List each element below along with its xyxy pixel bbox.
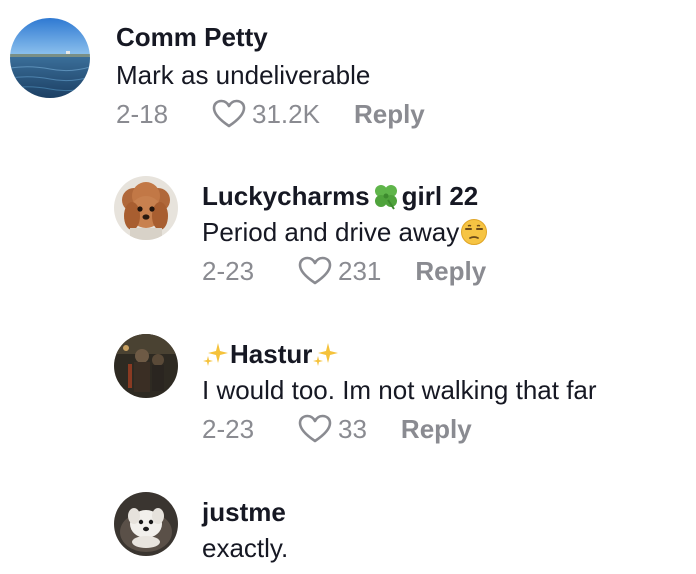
comment-date: 2-23 xyxy=(202,414,255,444)
avatar-sea-image xyxy=(10,18,90,98)
comment-body: justme exactly. xyxy=(202,492,288,566)
like-button[interactable]: 231 xyxy=(298,254,381,288)
comment-meta: 2-23 231 Reply xyxy=(202,254,488,288)
heart-icon xyxy=(298,414,332,443)
avatar[interactable] xyxy=(114,176,178,240)
comment-body: Luckycharms girl 22 Period and drive awa… xyxy=(202,176,488,288)
like-count: 231 xyxy=(338,256,382,286)
comment-date: 2-23 xyxy=(202,256,255,286)
comment-item: Hastur I would too. Im not walking that … xyxy=(114,334,597,446)
like-button[interactable]: 31.2K xyxy=(212,97,320,131)
avatar-puppy-image xyxy=(114,176,178,240)
comment-meta: 2-18 31.2K Reply xyxy=(116,97,425,131)
comment-body: Hastur I would too. Im not walking that … xyxy=(202,334,597,446)
reply-button[interactable]: Reply xyxy=(354,97,425,131)
sparkles-icon xyxy=(203,343,228,366)
comment-text: I would too. Im not walking that far xyxy=(202,375,597,405)
comment-date: 2-18 xyxy=(116,99,169,129)
comment-item: Luckycharms girl 22 Period and drive awa… xyxy=(114,176,488,288)
avatar[interactable] xyxy=(10,18,90,98)
four-leaf-clover-icon xyxy=(374,185,397,210)
comment-username[interactable]: Hastur xyxy=(202,338,597,370)
comment-item: Comm Petty Mark as undeliverable 2-18 31… xyxy=(10,18,425,131)
comment-username[interactable]: justme xyxy=(202,496,288,528)
comment-text: exactly. xyxy=(202,533,289,563)
reply-button[interactable]: Reply xyxy=(415,254,486,288)
username-text: Hastur xyxy=(230,339,313,369)
comment-text: Period and drive away xyxy=(202,214,488,250)
reply-button[interactable]: Reply xyxy=(401,412,472,446)
comment-body: Comm Petty Mark as undeliverable 2-18 31… xyxy=(116,18,425,131)
username-text: Comm Petty xyxy=(116,22,268,52)
like-count: 33 xyxy=(338,414,367,444)
comment-username[interactable]: Luckycharms girl 22 xyxy=(202,180,488,212)
avatar-white-dog-image xyxy=(114,492,178,556)
username-text: justme xyxy=(202,497,286,527)
avatar[interactable] xyxy=(114,492,178,556)
avatar-dark-scene-image xyxy=(114,334,178,398)
like-button[interactable]: 33 xyxy=(298,412,367,446)
unamused-face-icon xyxy=(461,219,488,245)
comment-meta: 2-23 33 Reply xyxy=(202,412,597,446)
comment-item: justme exactly. xyxy=(114,492,288,566)
like-count: 31.2K xyxy=(252,99,320,129)
comment-text-content: Period and drive away xyxy=(202,217,460,247)
username-text-end: girl 22 xyxy=(401,181,479,211)
comment-text: Mark as undeliverable xyxy=(116,60,371,90)
sparkles-icon xyxy=(313,343,339,366)
avatar[interactable] xyxy=(114,334,178,398)
username-text-start: Luckycharms xyxy=(202,181,370,211)
heart-icon xyxy=(212,99,246,128)
comment-username[interactable]: Comm Petty xyxy=(116,21,425,53)
heart-icon xyxy=(298,256,332,285)
